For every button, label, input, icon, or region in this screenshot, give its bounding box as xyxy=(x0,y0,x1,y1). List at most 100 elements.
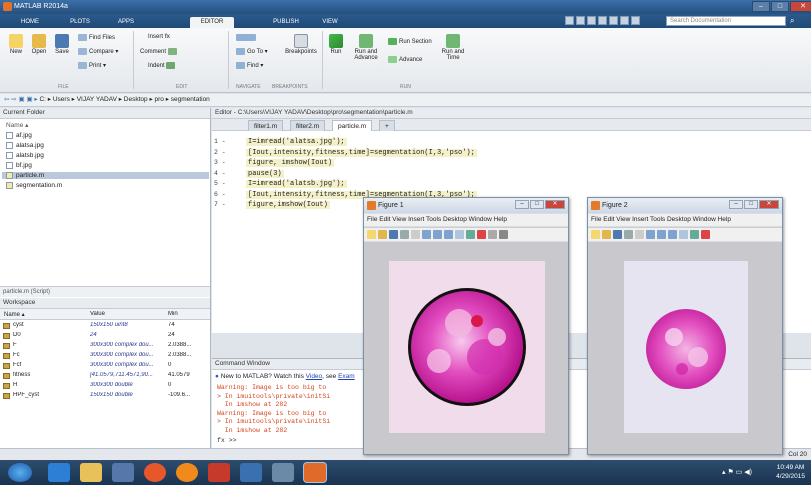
workspace-var-min[interactable]: 0 xyxy=(168,362,206,368)
indent-button[interactable]: Indent xyxy=(148,62,177,69)
video-link[interactable]: Video xyxy=(306,373,323,380)
command-prompt[interactable]: fx >> xyxy=(217,437,237,444)
media-player-icon[interactable] xyxy=(112,463,134,482)
tab-view[interactable]: VIEW xyxy=(312,17,348,28)
save-button[interactable]: Save xyxy=(52,34,72,55)
insert-button[interactable]: Insert fx xyxy=(148,34,170,40)
col-value[interactable]: Value xyxy=(90,311,105,317)
line-number[interactable]: 1 - xyxy=(214,138,226,145)
workspace-var-value[interactable]: [41.0579,711.4571,90... xyxy=(90,372,166,378)
line-number[interactable]: 7 - xyxy=(214,201,226,208)
system-tray-icons[interactable]: ▴ ⚑ ▭ ◀) xyxy=(722,468,752,476)
figure-2-window[interactable]: Figure 2 – □ ✕ File Edit View Insert Tools… xyxy=(587,197,783,455)
figure-1-menubar[interactable]: File Edit View Insert Tools Desktop Wind… xyxy=(364,214,568,226)
open-button[interactable]: Open xyxy=(28,34,50,55)
workspace-var-name[interactable]: fitness xyxy=(13,372,83,378)
workspace-var-name[interactable]: Fc xyxy=(13,352,83,358)
save-icon[interactable] xyxy=(565,16,574,25)
search-documentation-input[interactable]: Search Documentation xyxy=(666,16,786,26)
data-cursor-icon[interactable] xyxy=(690,230,699,239)
tab-filter2[interactable]: filter2.m xyxy=(290,120,326,131)
line-number[interactable]: 3 - xyxy=(214,159,226,166)
nav-buttons-icon[interactable]: ⇦ ⇨ ▣ ▣ ▸ xyxy=(4,96,39,103)
workspace-var-min[interactable]: -109.6... xyxy=(168,392,206,398)
figure-2-menubar[interactable]: File Edit View Insert Tools Desktop Wind… xyxy=(588,214,782,226)
tab-apps[interactable]: APPS xyxy=(108,17,144,28)
workspace-var-value[interactable]: 150x150 double xyxy=(90,392,166,398)
file-item-selected[interactable]: particle.m xyxy=(2,172,209,180)
workspace-var-min[interactable]: 0 xyxy=(168,382,206,388)
close-button[interactable]: ✕ xyxy=(759,200,779,209)
print-button[interactable]: Print ▾ xyxy=(78,62,106,69)
pointer-icon[interactable] xyxy=(635,230,644,239)
workspace-var-name[interactable]: F xyxy=(13,342,83,348)
workspace-var-min[interactable]: 2.0388... xyxy=(168,342,206,348)
copy-icon[interactable] xyxy=(587,16,596,25)
find-files-button[interactable]: Find Files xyxy=(78,34,115,41)
code-line[interactable]: figure,imshow(Iout) xyxy=(246,201,330,209)
code-line[interactable]: I=imread('alatsa.jpg'); xyxy=(246,138,347,146)
examples-link[interactable]: Exam xyxy=(338,373,355,380)
minimize-button[interactable]: – xyxy=(515,200,529,209)
code-line[interactable]: [Iout,intensity,fitness,time]=segmentati… xyxy=(246,148,477,157)
tab-plots[interactable]: PLOTS xyxy=(60,17,100,28)
start-button-icon[interactable] xyxy=(8,463,32,482)
close-button[interactable]: ✕ xyxy=(790,1,811,12)
brush-icon[interactable] xyxy=(477,230,486,239)
workspace-var-min[interactable]: 41.0579 xyxy=(168,372,206,378)
maximize-button[interactable]: □ xyxy=(530,200,544,209)
tab-home[interactable]: HOME xyxy=(10,17,50,28)
open-icon[interactable] xyxy=(378,230,387,239)
file-explorer-icon[interactable] xyxy=(80,463,102,482)
col-min[interactable]: Min xyxy=(168,311,178,317)
code-line[interactable]: figure, imshow(Iout) xyxy=(246,159,335,167)
run-section-button[interactable]: Run Section xyxy=(388,38,432,45)
print-icon[interactable] xyxy=(624,230,633,239)
redo-icon[interactable] xyxy=(620,16,629,25)
workspace-var-name[interactable]: HPF_cyst xyxy=(13,392,83,398)
workspace-var-name[interactable]: Fcf xyxy=(13,362,83,368)
close-button[interactable]: ✕ xyxy=(545,200,565,209)
go-to-button[interactable]: Go To ▾ xyxy=(236,48,268,55)
matlab-taskbar-icon[interactable] xyxy=(304,463,326,482)
save-icon[interactable] xyxy=(389,230,398,239)
line-number[interactable]: 4 - xyxy=(214,170,226,177)
pointer-icon[interactable] xyxy=(411,230,420,239)
run-button[interactable]: Run xyxy=(326,34,346,55)
workspace-var-value[interactable]: 24 xyxy=(90,332,166,338)
rotate-icon[interactable] xyxy=(679,230,688,239)
workspace-var-value[interactable]: 300x300 complex dou... xyxy=(90,342,166,348)
new-tab-button[interactable]: + xyxy=(379,120,395,131)
tab-particle[interactable]: particle.m xyxy=(332,120,373,131)
cut-icon[interactable] xyxy=(576,16,585,25)
advance-button[interactable]: Advance xyxy=(388,56,422,63)
tab-filter1[interactable]: filter1.m xyxy=(248,120,284,131)
rotate-icon[interactable] xyxy=(455,230,464,239)
maximize-button[interactable]: □ xyxy=(771,1,789,12)
link-icon[interactable] xyxy=(488,230,497,239)
workspace-var-value[interactable]: 300x300 double xyxy=(90,382,166,388)
clock[interactable]: 10:49 AM 4/29/2015 xyxy=(776,463,805,481)
code-line[interactable]: pause(3) xyxy=(246,169,284,178)
new-button[interactable]: New xyxy=(6,34,26,55)
line-number[interactable]: 2 - xyxy=(214,149,226,156)
firefox-icon[interactable] xyxy=(176,463,198,482)
control-panel-icon[interactable] xyxy=(240,463,262,482)
address-bar[interactable]: ⇦ ⇨ ▣ ▣ ▸ C: ▸ Users ▸ VIJAY YADAV ▸ Des… xyxy=(0,94,811,107)
zoom-in-icon[interactable] xyxy=(422,230,431,239)
workspace-var-value[interactable]: 300x300 complex dou... xyxy=(90,352,166,358)
new-figure-icon[interactable] xyxy=(591,230,600,239)
file-item[interactable]: alatsb.jpg xyxy=(6,152,44,159)
name-column-header[interactable]: Name ▴ xyxy=(6,121,28,129)
tab-editor[interactable]: EDITOR xyxy=(190,17,234,28)
search-icon[interactable]: ⌕ xyxy=(790,16,794,26)
undo-icon[interactable] xyxy=(609,16,618,25)
colorbar-icon[interactable] xyxy=(499,230,508,239)
file-item[interactable]: alatsa.jpg xyxy=(6,142,44,149)
col-name[interactable]: Name ▴ xyxy=(4,311,25,318)
figure-1-window[interactable]: Figure 1 – □ ✕ File Edit View Insert Tools… xyxy=(363,197,569,455)
minimize-button[interactable]: – xyxy=(729,200,743,209)
pan-icon[interactable] xyxy=(668,230,677,239)
line-number[interactable]: 6 - xyxy=(214,191,226,198)
paste-icon[interactable] xyxy=(598,16,607,25)
